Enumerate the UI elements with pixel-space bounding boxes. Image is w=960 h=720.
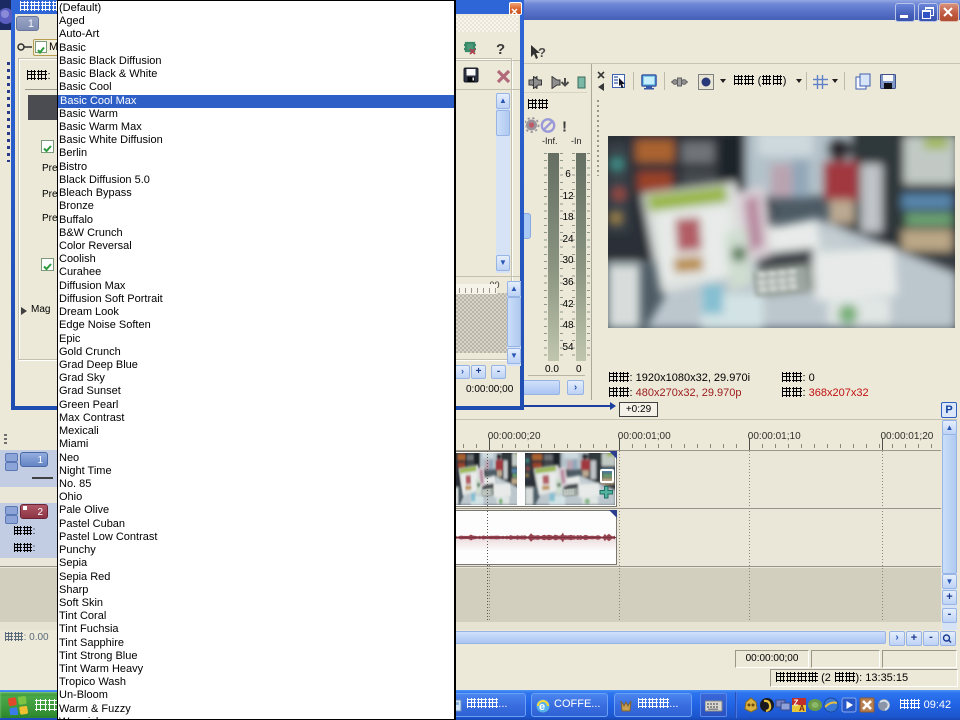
svg-text:?: ? [538,45,546,60]
svg-text:e: e [539,701,545,713]
svg-text:!: ! [562,119,567,135]
svg-text:Z: Z [794,699,799,708]
svg-text:?: ? [496,41,505,57]
svg-text:A: A [799,704,805,713]
